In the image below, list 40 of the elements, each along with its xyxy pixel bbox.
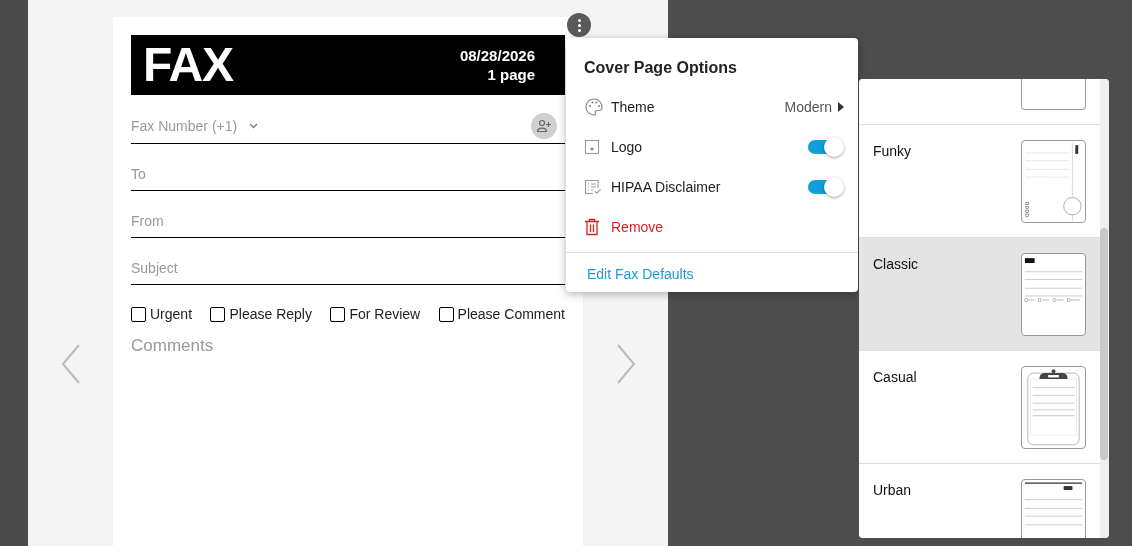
menu-title: Cover Page Options bbox=[584, 58, 738, 78]
scrollbar-thumb[interactable] bbox=[1100, 228, 1108, 460]
checkbox-label: Urgent bbox=[150, 305, 193, 324]
text-field[interactable]: From bbox=[131, 211, 565, 232]
fax-title: FAX bbox=[143, 41, 233, 89]
toggle-switch[interactable] bbox=[808, 177, 844, 197]
theme-name: Classic bbox=[873, 255, 919, 274]
checkbox-label: Please Comment bbox=[457, 305, 565, 324]
page-count: 1 page bbox=[487, 65, 535, 84]
comments-field[interactable]: Comments bbox=[131, 335, 565, 361]
option-label: HIPAA Disclaimer bbox=[611, 177, 721, 197]
checkbox[interactable] bbox=[131, 307, 146, 322]
checkbox-label: For Review bbox=[349, 305, 421, 324]
theme-thumbnail bbox=[1021, 79, 1086, 110]
checkbox[interactable] bbox=[330, 307, 346, 322]
add-person-icon bbox=[536, 119, 552, 133]
option-label: Logo bbox=[611, 137, 643, 157]
text-field[interactable]: To bbox=[131, 164, 565, 185]
theme-name: Urban bbox=[873, 481, 912, 500]
theme-name: Funky bbox=[873, 142, 912, 161]
theme-thumbnail bbox=[1021, 479, 1086, 538]
remove-menu-item[interactable]: Remove bbox=[611, 216, 664, 238]
checkbox-label: Please Reply bbox=[229, 305, 312, 324]
fax-date: 08/28/2026 bbox=[459, 46, 535, 65]
checkbox[interactable] bbox=[438, 307, 454, 322]
dropdown-caret-icon[interactable] bbox=[249, 123, 258, 129]
checklist-icon bbox=[584, 179, 602, 195]
trash-icon bbox=[584, 218, 600, 236]
theme-menu-item[interactable]: Theme bbox=[611, 96, 655, 118]
palette-icon bbox=[584, 97, 604, 117]
theme-name: Casual bbox=[873, 368, 917, 387]
theme-value: Modern bbox=[784, 97, 832, 117]
fax-number-field[interactable]: Fax Number (+1) bbox=[131, 115, 249, 137]
submenu-arrow-icon[interactable] bbox=[838, 102, 844, 112]
checkbox[interactable] bbox=[210, 307, 226, 322]
add-contact-button[interactable] bbox=[531, 113, 557, 139]
text-field[interactable]: Subject bbox=[131, 258, 565, 279]
image-icon bbox=[584, 139, 600, 155]
toggle-switch[interactable] bbox=[808, 137, 844, 157]
theme-option[interactable]: Classic bbox=[859, 238, 1100, 351]
